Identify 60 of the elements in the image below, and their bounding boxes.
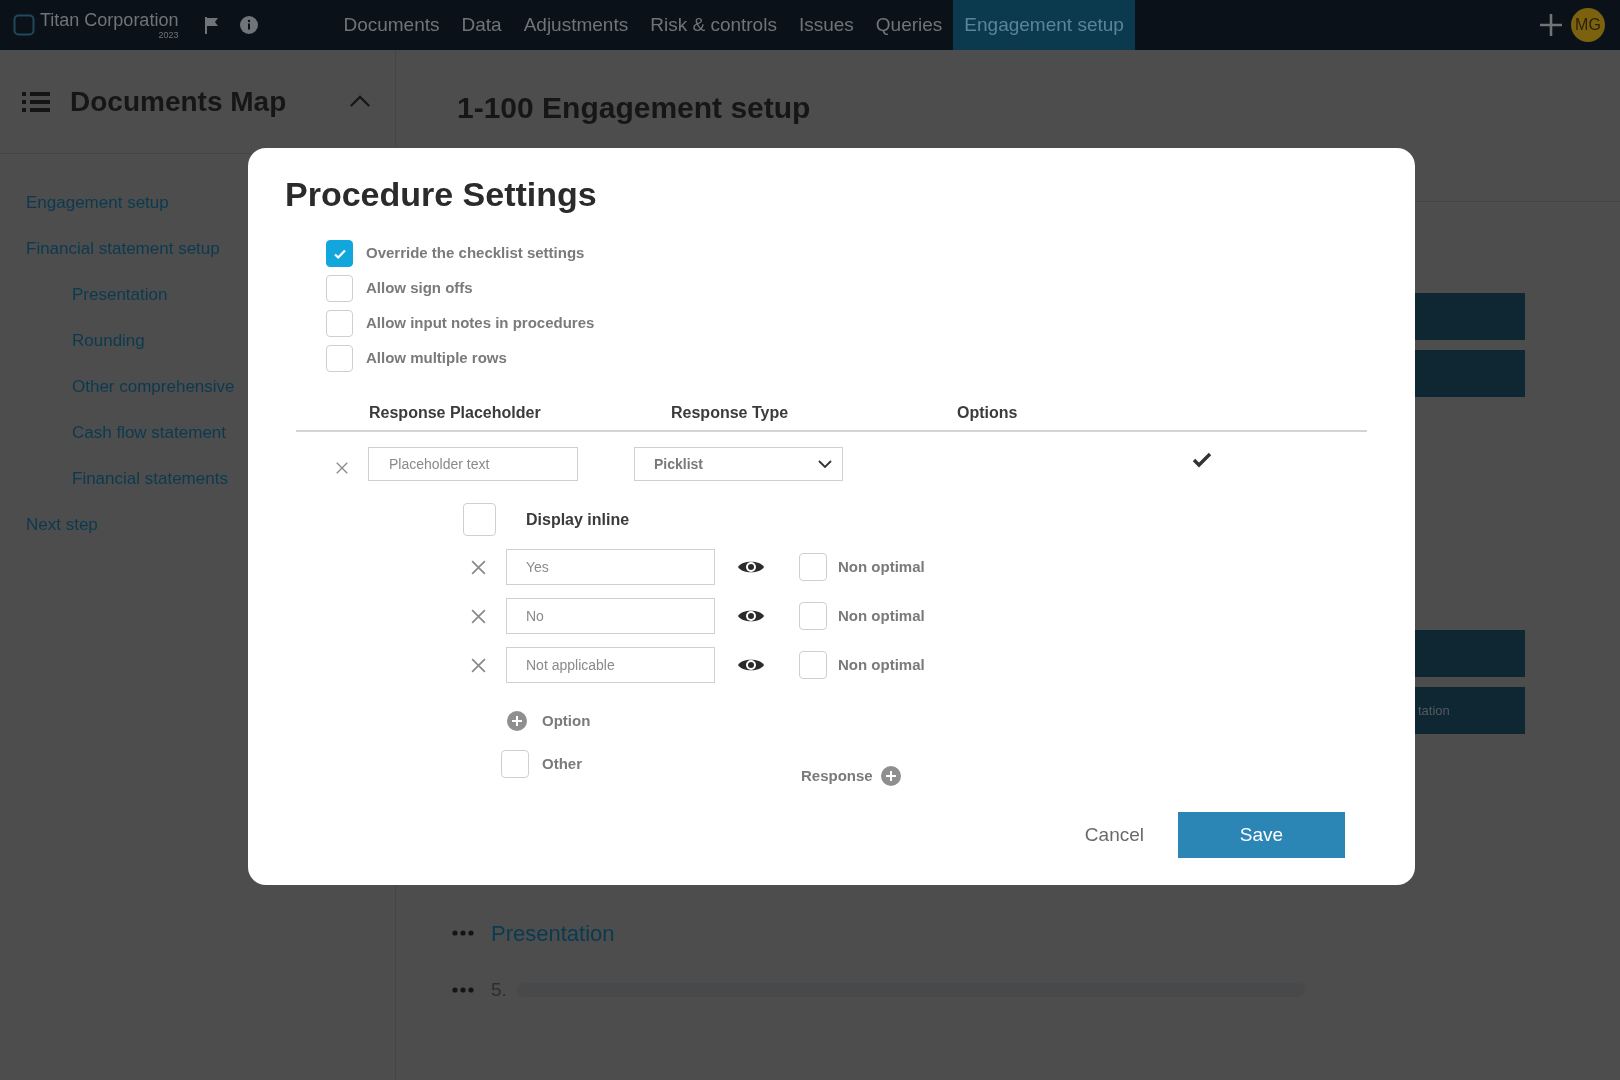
brand-year: 2023 [158,30,179,40]
nav-tab[interactable]: Issues [787,0,865,50]
checkbox[interactable] [799,602,827,630]
add-icon [507,711,527,731]
checkbox[interactable] [463,503,496,536]
chevron-down-icon [818,460,832,468]
checkbox-label: Display inline [526,509,630,530]
checkbox-label: Non optimal [838,556,925,577]
option-field[interactable]: No [506,598,715,634]
checkbox-label: Non optimal [838,654,925,675]
checkbox-label: Non optimal [838,605,925,626]
page-title: 1-100 Engagement setup [457,91,811,124]
dialog-title: Procedure Settings [285,174,598,214]
info-icon[interactable] [240,16,259,34]
close-icon[interactable] [335,461,349,475]
cancel-button[interactable]: Cancel [1074,812,1154,858]
checkbox[interactable] [326,310,353,337]
close-icon[interactable] [470,656,487,674]
checkbox-label: Other [542,753,582,774]
flag-icon[interactable] [204,16,221,34]
more-icon[interactable] [452,930,474,936]
nav-tab[interactable]: Adjustments [512,0,640,50]
column-header: Response Type [671,403,790,423]
checkbox[interactable] [326,275,353,302]
sidebar-title: Documents Map [70,84,287,119]
list-icon [22,90,50,113]
user-avatar[interactable]: MG [1571,8,1605,42]
placeholder-field[interactable]: Placeholder text [368,447,578,481]
checkbox-label: Allow multiple rows [366,348,507,369]
nav-tab[interactable]: Data [450,0,513,50]
nav-tab[interactable]: Documents [332,0,451,50]
checkbox-label: Allow sign offs [366,278,473,299]
checkbox[interactable] [501,750,529,778]
nav-tab[interactable]: Queries [864,0,954,50]
checkbox[interactable] [799,651,827,679]
option-field[interactable]: Yes [506,549,715,585]
add-response-button[interactable]: Response [801,766,901,786]
response-type-dropdown[interactable]: Picklist [634,447,843,481]
action-button[interactable]: tation [1415,687,1525,734]
check-icon[interactable] [1192,452,1212,468]
checkbox[interactable] [799,553,827,581]
checkbox-label: Allow input notes in procedures [366,313,595,334]
close-icon[interactable] [470,607,487,625]
add-icon [880,766,901,786]
nav-tab[interactable]: Engagement setup [953,0,1135,50]
column-header: Options [957,403,1018,423]
add-icon[interactable] [1539,13,1563,37]
checkbox-label: Override the checklist settings [366,243,585,264]
checkbox[interactable] [326,240,353,267]
save-button[interactable]: Save [1178,812,1345,858]
brand-name: Titan Corporation [40,10,179,29]
nav-tab[interactable]: Risk & controls [639,0,788,50]
add-option-button[interactable]: Option [507,711,591,731]
checkbox-icon [13,14,35,36]
close-icon[interactable] [470,558,487,576]
chevron-up-icon[interactable] [349,95,371,108]
option-field[interactable]: Not applicable [506,647,715,683]
checkbox[interactable] [326,345,353,372]
more-icon[interactable] [452,987,474,993]
column-header: Response Placeholder [369,403,542,423]
